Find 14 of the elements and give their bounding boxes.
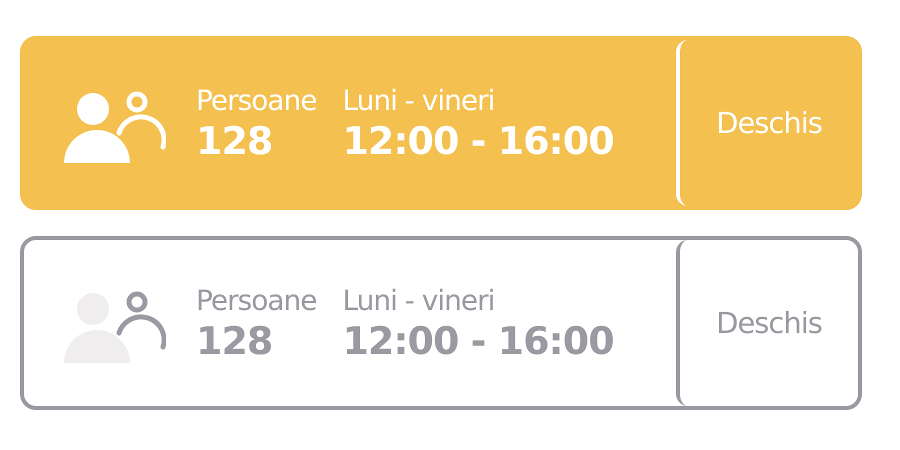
open-button[interactable]: Deschis — [676, 240, 858, 406]
hours-text: 12:00 - 16:00 — [342, 318, 614, 362]
people-count: 128 — [196, 118, 274, 162]
hours-text: 12:00 - 16:00 — [342, 118, 614, 162]
people-count: 128 — [196, 318, 274, 362]
people-icon — [64, 91, 166, 165]
open-button[interactable]: Deschis — [676, 40, 858, 206]
schedule-card[interactable]: Persoane 128 Luni - vineri 12:00 - 16:00 Deschis — [20, 36, 862, 210]
people-label: Persoane — [196, 284, 316, 316]
schedule-card[interactable]: Persoane 128 Luni - vineri 12:00 - 16:00 Deschis — [20, 236, 862, 410]
days-label: Luni - vineri — [342, 284, 496, 316]
people-label: Persoane — [196, 84, 316, 116]
people-icon — [64, 291, 166, 365]
days-label: Luni - vineri — [342, 84, 496, 116]
